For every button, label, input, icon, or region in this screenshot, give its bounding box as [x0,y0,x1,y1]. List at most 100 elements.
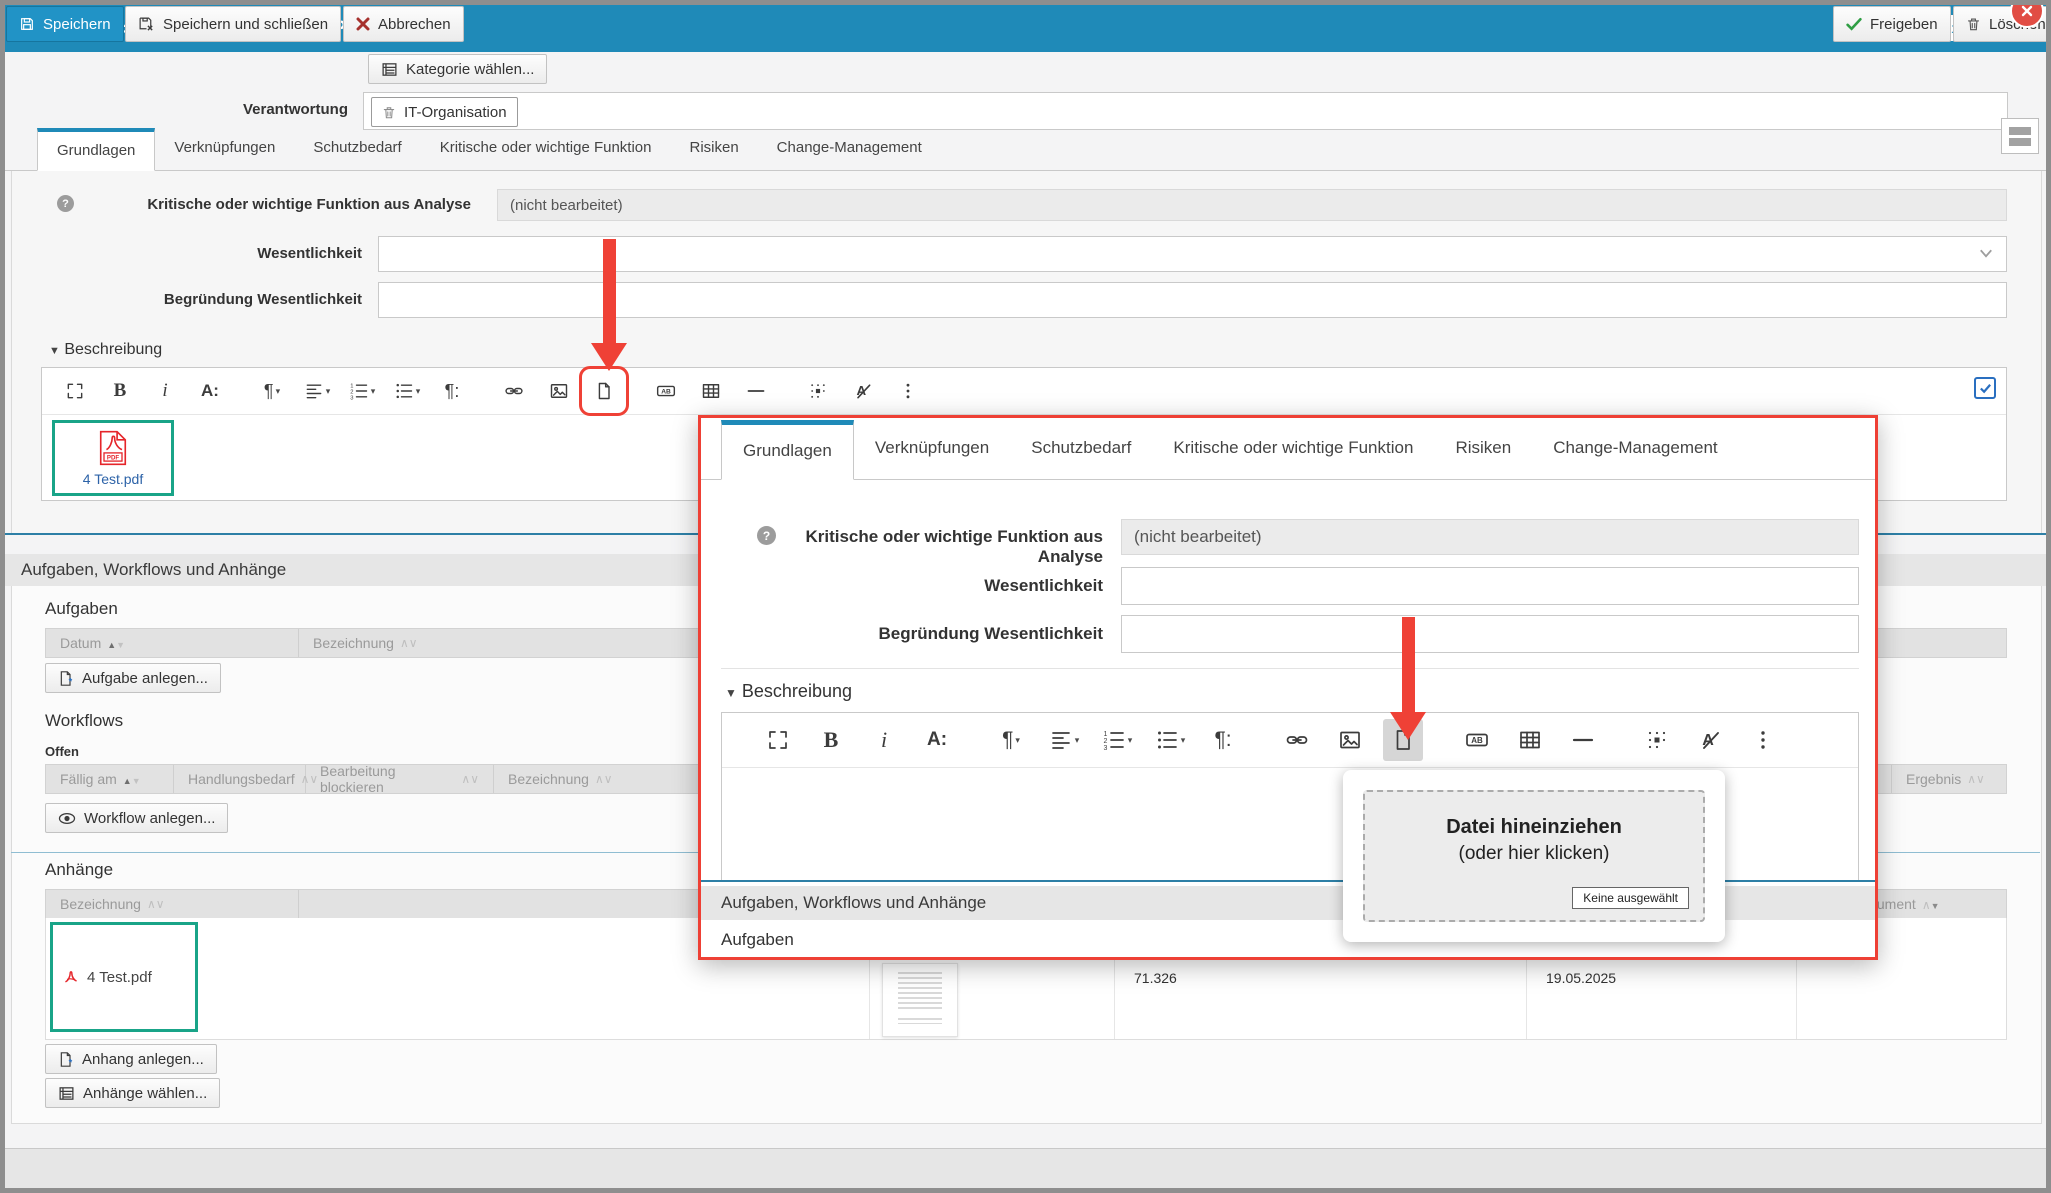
font-size-icon[interactable]: A: [193,374,227,408]
save-icon [19,16,35,32]
beschreibung-header[interactable]: ▼ Beschreibung [49,341,162,359]
overlay-tab-verknuepfungen[interactable]: Verknüpfungen [854,419,1010,479]
column-header-ergebnis[interactable]: Ergebnis∧∨ [1891,765,2006,793]
special-characters-icon[interactable] [1637,719,1677,761]
clear-format-icon[interactable]: A [846,374,880,408]
tab-change-management[interactable]: Change-Management [758,127,941,170]
begruendung-label: Begründung Wesentlichkeit [105,291,362,308]
overlay-beschreibung-header[interactable]: ▼ Beschreibung [725,681,852,702]
special-characters-icon[interactable] [801,374,835,408]
speichern-schliessen-button[interactable]: Speichern und schließen [125,6,341,42]
verantwortung-chip[interactable]: IT-Organisation [371,97,518,127]
tab-kritische-funktion[interactable]: Kritische oder wichtige Funktion [421,127,671,170]
italic-icon[interactable]: i [864,719,904,761]
thumbnail-lines [898,1018,942,1024]
verantwortung-value: IT-Organisation [404,104,507,121]
overlay-kritische-funktion-label: Kritische oder wichtige Funktion aus Ana… [785,527,1103,567]
editor-attachment-card[interactable]: PDF 4 Test.pdf [52,420,174,496]
column-label: Bearbeitung blockieren [320,763,455,795]
aufgaben-title: Aufgaben [45,599,118,619]
kategorie-waehlen-button[interactable]: Kategorie wählen... [368,54,547,84]
column-label: Datum [60,635,101,651]
anhang-anlegen-label: Anhang anlegen... [82,1051,204,1068]
freigeben-button[interactable]: Freigeben [1833,6,1951,42]
overlay-tab-change-management[interactable]: Change-Management [1532,419,1738,479]
column-header-faellig-am[interactable]: Fällig am▲▼ [46,765,174,793]
column-header-datum[interactable]: Datum▲▼ [46,629,299,657]
beschreibung-label: Beschreibung [64,341,162,358]
wesentlichkeit-select[interactable] [378,236,2007,272]
abbrechen-button[interactable]: Abbrechen [343,6,464,42]
svg-text:2: 2 [1103,738,1107,745]
tab-schutzbedarf[interactable]: Schutzbedarf [294,127,420,170]
tab-verknuepfungen[interactable]: Verknüpfungen [155,127,294,170]
paragraph-icon[interactable]: ¶▾ [255,374,289,408]
sort-none-icon: ∧∨ [147,897,165,911]
footer-bar [5,1148,2046,1188]
overlay-tab-kritische-funktion[interactable]: Kritische oder wichtige Funktion [1152,419,1434,479]
paragraph-icon[interactable]: ¶▾ [991,719,1031,761]
document-thumbnail[interactable] [882,963,958,1037]
italic-icon[interactable]: i [148,374,182,408]
unordered-list-icon[interactable]: ▾ [390,374,424,408]
fullscreen-icon[interactable] [58,374,92,408]
sort-none-icon: ∧∨ [461,772,479,786]
verantwortung-field[interactable]: IT-Organisation [363,92,2008,130]
clear-format-icon[interactable]: A [1690,719,1730,761]
more-icon[interactable] [891,374,925,408]
font-size-icon[interactable]: A: [917,719,957,761]
column-header-anh-bezeichnung[interactable]: Bezeichnung∧∨ [46,890,299,918]
image-icon[interactable] [1330,719,1370,761]
anhaenge-waehlen-button[interactable]: Anhänge wählen... [45,1078,220,1108]
column-header-handlungsbedarf[interactable]: Handlungsbedarf∧∨ [174,765,306,793]
overlay-tab-grundlagen[interactable]: Grundlagen [721,420,854,480]
overlay-wesentlichkeit-select[interactable] [1121,567,1859,605]
paragraph-spacing-icon[interactable]: ¶: [1203,719,1243,761]
ordered-list-icon[interactable]: 123▾ [345,374,379,408]
anhang-anlegen-button[interactable]: * Anhang anlegen... [45,1044,217,1074]
horizontal-rule-icon[interactable] [739,374,773,408]
document-icon[interactable] [587,374,621,408]
unordered-list-icon[interactable]: ▾ [1150,719,1190,761]
help-icon[interactable]: ? [57,195,74,212]
link-icon[interactable] [1277,719,1317,761]
document-icon[interactable] [1383,719,1423,761]
link-icon[interactable] [497,374,531,408]
horizontal-rule-icon[interactable] [1563,719,1603,761]
overlay-editor-toolbar: Bi A: ¶▾ ▾ 123▾ ▾ ¶: AB A [722,713,1858,768]
keine-ausgewaehlt-button[interactable]: Keine ausgewählt [1572,887,1689,909]
sort-none-icon: ∧∨ [1967,772,1985,786]
file-dropzone[interactable]: Datei hineinziehen (oder hier klicken) K… [1363,790,1705,922]
table-icon[interactable] [1510,719,1550,761]
align-icon[interactable]: ▾ [300,374,334,408]
ordered-list-icon[interactable]: 123▾ [1097,719,1137,761]
column-label: Bezeichnung [313,635,394,651]
image-icon[interactable] [542,374,576,408]
align-icon[interactable]: ▾ [1044,719,1084,761]
bold-icon[interactable]: B [103,374,137,408]
autocorrect-icon[interactable]: AB [649,374,683,408]
column-header-bearbeitung[interactable]: Bearbeitung blockieren ∧∨ [306,765,494,793]
view-toggle-button[interactable] [2001,118,2039,154]
editor-checkbox[interactable] [1974,377,1996,399]
overlay-tab-schutzbedarf[interactable]: Schutzbedarf [1010,419,1152,479]
paragraph-spacing-icon[interactable]: ¶: [435,374,469,408]
tab-grundlagen[interactable]: Grundlagen [37,128,155,171]
bold-icon[interactable]: B [811,719,851,761]
tab-risiken[interactable]: Risiken [670,127,757,170]
begruendung-input[interactable] [378,282,2007,318]
column-label: Bezeichnung [508,771,589,787]
workflow-anlegen-button[interactable]: Workflow anlegen... [45,803,228,833]
anhaenge-attachment-card[interactable]: 4 Test.pdf [50,922,198,1032]
autocorrect-icon[interactable]: AB [1457,719,1497,761]
table-icon[interactable] [694,374,728,408]
aufgabe-anlegen-button[interactable]: * Aufgabe anlegen... [45,663,221,693]
help-icon[interactable]: ? [757,526,776,545]
speichern-button[interactable]: Speichern [6,6,124,42]
more-icon[interactable] [1743,719,1783,761]
overlay-tab-risiken[interactable]: Risiken [1434,419,1532,479]
collapse-triangle-icon: ▼ [725,686,737,700]
workflows-status-label: Offen [45,744,79,759]
fullscreen-icon[interactable] [758,719,798,761]
overlay-begruendung-input[interactable] [1121,615,1859,653]
